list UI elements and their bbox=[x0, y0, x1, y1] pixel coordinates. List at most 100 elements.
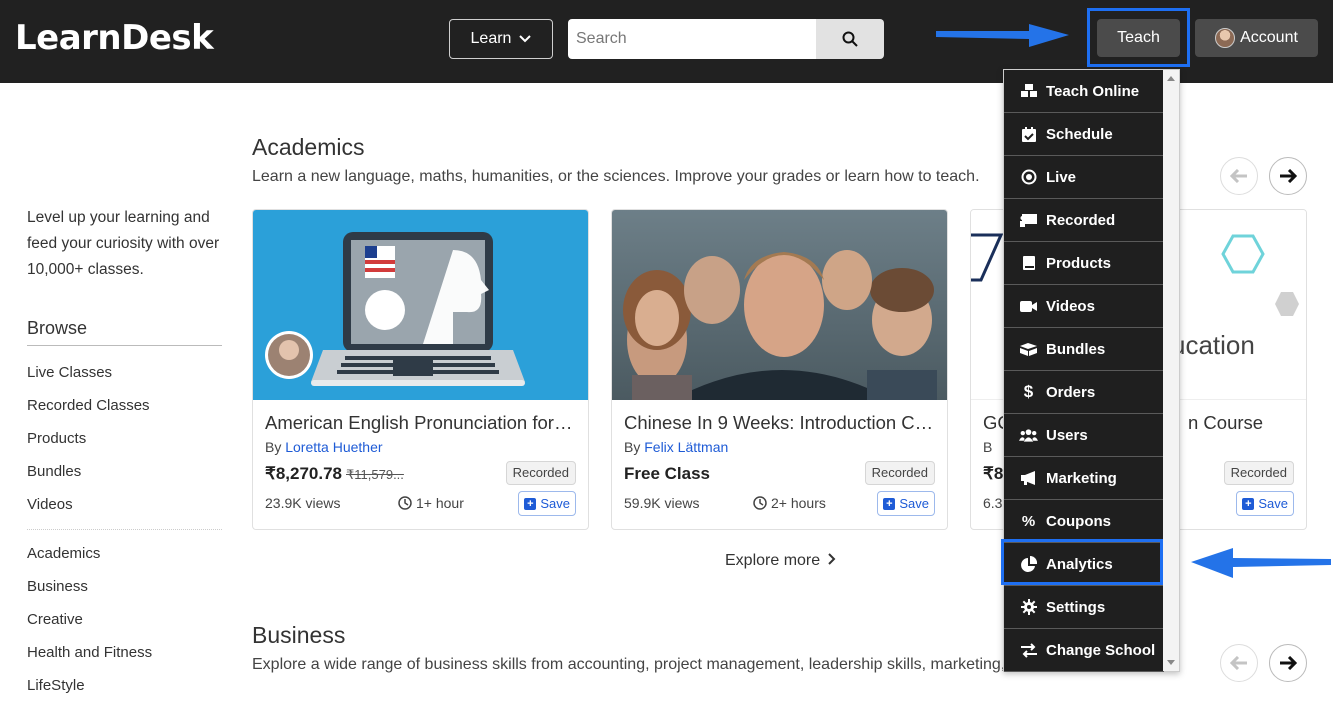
boxes-icon bbox=[1019, 340, 1038, 359]
search-input[interactable] bbox=[568, 19, 816, 59]
bullhorn-icon bbox=[1019, 469, 1038, 488]
search-icon bbox=[842, 31, 858, 47]
course-author: By Felix Lättman bbox=[624, 439, 729, 455]
author-link[interactable]: Loretta Huether bbox=[285, 439, 382, 455]
book-icon bbox=[1019, 254, 1038, 273]
course-title-tail: n Course bbox=[1188, 412, 1264, 433]
course-thumbnail bbox=[612, 210, 947, 400]
exchange-icon bbox=[1019, 641, 1038, 660]
thumb-text: ucation bbox=[1171, 330, 1255, 360]
video-icon bbox=[1019, 297, 1038, 316]
course-card[interactable]: Chinese In 9 Weeks: Introduction Co… By … bbox=[611, 209, 948, 530]
search-button[interactable] bbox=[816, 19, 884, 59]
sidebar-item-live-classes[interactable]: Live Classes bbox=[27, 356, 222, 389]
avatar bbox=[1215, 28, 1236, 48]
category-list: Academics Business Creative Health and F… bbox=[27, 537, 222, 702]
course-author: By Loretta Huether bbox=[265, 439, 383, 455]
clock-icon bbox=[753, 496, 767, 510]
sidebar-item-business[interactable]: Business bbox=[27, 570, 222, 603]
sidebar-item-recorded-classes[interactable]: Recorded Classes bbox=[27, 389, 222, 422]
course-title[interactable]: Chinese In 9 Weeks: Introduction Co… bbox=[624, 412, 934, 434]
arrow-left-icon bbox=[1230, 169, 1247, 183]
menu-item-videos[interactable]: Videos bbox=[1004, 285, 1164, 328]
status-badge: Recorded bbox=[1223, 461, 1294, 485]
course-title[interactable]: American English Pronunciation for … bbox=[265, 412, 575, 434]
old-price: ₹11,579... bbox=[346, 467, 404, 482]
sidebar-item-creative[interactable]: Creative bbox=[27, 603, 222, 636]
save-button[interactable]: + Save bbox=[1236, 491, 1294, 516]
menu-item-marketing[interactable]: Marketing bbox=[1004, 457, 1164, 500]
course-card[interactable]: American English Pronunciation for … By … bbox=[252, 209, 589, 530]
account-button[interactable]: Account bbox=[1195, 19, 1318, 57]
carousel-next-button[interactable] bbox=[1269, 644, 1307, 682]
carousel-prev-button[interactable] bbox=[1220, 644, 1258, 682]
chalkboard-icon bbox=[1019, 211, 1038, 230]
sidebar-item-academics[interactable]: Academics bbox=[27, 537, 222, 570]
carousel-next-button[interactable] bbox=[1269, 157, 1307, 195]
sidebar-item-products[interactable]: Products bbox=[27, 422, 222, 455]
section-title-business: Business bbox=[252, 622, 346, 648]
sidebar: Level up your learning and feed your cur… bbox=[27, 205, 222, 702]
divider bbox=[27, 529, 222, 530]
sidebar-item-bundles[interactable]: Bundles bbox=[27, 455, 222, 488]
author-link[interactable]: Felix Lättman bbox=[644, 439, 728, 455]
analytics-highlight-box bbox=[1001, 539, 1163, 585]
menu-item-change-school[interactable]: Change School bbox=[1004, 629, 1164, 672]
chevron-down-icon bbox=[519, 35, 532, 43]
menu-item-live[interactable]: Live bbox=[1004, 156, 1164, 199]
course-price: ₹8 bbox=[983, 464, 1004, 483]
section-desc-business: Explore a wide range of business skills … bbox=[252, 656, 1006, 673]
dot-circle-icon bbox=[1019, 168, 1038, 187]
users-icon bbox=[1019, 426, 1038, 445]
section-desc-academics: Learn a new language, maths, humanities,… bbox=[252, 168, 980, 185]
plus-icon: + bbox=[883, 497, 896, 510]
sidebar-item-lifestyle[interactable]: LifeStyle bbox=[27, 669, 222, 702]
teach-highlight-box bbox=[1087, 8, 1190, 67]
sidebar-item-videos[interactable]: Videos bbox=[27, 488, 222, 521]
menu-item-bundles[interactable]: Bundles bbox=[1004, 328, 1164, 371]
course-author: B bbox=[983, 439, 993, 455]
browse-list: Live Classes Recorded Classes Products B… bbox=[27, 356, 222, 521]
menu-item-recorded[interactable]: Recorded bbox=[1004, 199, 1164, 242]
save-button[interactable]: + Save bbox=[877, 491, 935, 516]
status-badge: Recorded bbox=[864, 461, 935, 485]
menu-item-teach-online[interactable]: Teach Online bbox=[1004, 70, 1164, 113]
learn-dropdown-button[interactable]: Learn bbox=[449, 19, 553, 59]
course-price: ₹8,270.78 ₹11,579... bbox=[265, 464, 404, 483]
percent-icon: % bbox=[1021, 512, 1036, 530]
sidebar-item-health-fitness[interactable]: Health and Fitness bbox=[27, 636, 222, 669]
duration: 2+ hours bbox=[753, 495, 826, 511]
gear-icon bbox=[1019, 598, 1038, 617]
arrow-right-icon bbox=[1280, 169, 1297, 183]
plus-icon: + bbox=[524, 497, 537, 510]
arrow-right-icon bbox=[1280, 656, 1297, 670]
course-price: Free Class bbox=[624, 464, 710, 483]
logo[interactable]: LearnDesk bbox=[15, 18, 214, 58]
section-title-academics: Academics bbox=[252, 134, 365, 160]
dropdown-scrollbar[interactable] bbox=[1163, 70, 1179, 671]
view-count: 59.9K views bbox=[624, 495, 700, 511]
learn-label: Learn bbox=[470, 30, 512, 47]
explore-more-link[interactable]: Explore more bbox=[725, 552, 836, 570]
view-count: 23.9K views bbox=[265, 495, 341, 511]
search-bar bbox=[568, 19, 884, 59]
scroll-up-icon[interactable] bbox=[1167, 76, 1175, 81]
view-count: 6.3 bbox=[983, 495, 1003, 511]
arrow-left-icon bbox=[1230, 656, 1247, 670]
menu-item-coupons[interactable]: % Coupons bbox=[1004, 500, 1164, 543]
menu-item-users[interactable]: Users bbox=[1004, 414, 1164, 457]
account-label: Account bbox=[1240, 29, 1298, 46]
course-thumbnail bbox=[253, 210, 588, 400]
menu-item-settings[interactable]: Settings bbox=[1004, 586, 1164, 629]
arrow-right-icon bbox=[936, 24, 1069, 47]
scroll-down-icon[interactable] bbox=[1167, 660, 1175, 665]
cubes-icon bbox=[1019, 82, 1038, 101]
menu-item-schedule[interactable]: Schedule bbox=[1004, 113, 1164, 156]
menu-item-orders[interactable]: $ Orders bbox=[1004, 371, 1164, 414]
carousel-prev-button[interactable] bbox=[1220, 157, 1258, 195]
browse-heading: Browse bbox=[27, 318, 222, 346]
plus-icon: + bbox=[1242, 497, 1255, 510]
status-badge: Recorded bbox=[505, 461, 576, 485]
save-button[interactable]: + Save bbox=[518, 491, 576, 516]
menu-item-products[interactable]: Products bbox=[1004, 242, 1164, 285]
